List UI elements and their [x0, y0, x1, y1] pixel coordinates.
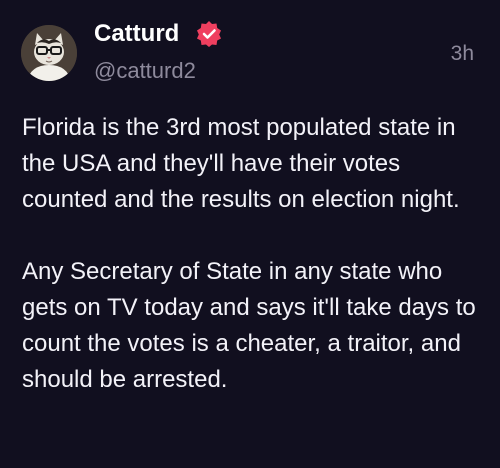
post-timestamp[interactable]: 3h	[451, 42, 474, 66]
user-handle[interactable]: @catturd2	[94, 58, 196, 84]
avatar[interactable]	[21, 25, 77, 81]
post-paragraph-2: Any Secretary of State in any state who …	[22, 258, 476, 393]
display-name[interactable]: Catturd	[94, 20, 179, 48]
post-paragraph-1: Florida is the 3rd most populated state …	[22, 114, 460, 213]
post-body: Florida is the 3rd most populated state …	[22, 110, 482, 398]
verified-badge-icon	[197, 21, 221, 47]
post-card: Catturd @catturd2 3h Florida is the 3rd …	[0, 0, 500, 468]
cat-avatar-icon	[21, 25, 77, 81]
